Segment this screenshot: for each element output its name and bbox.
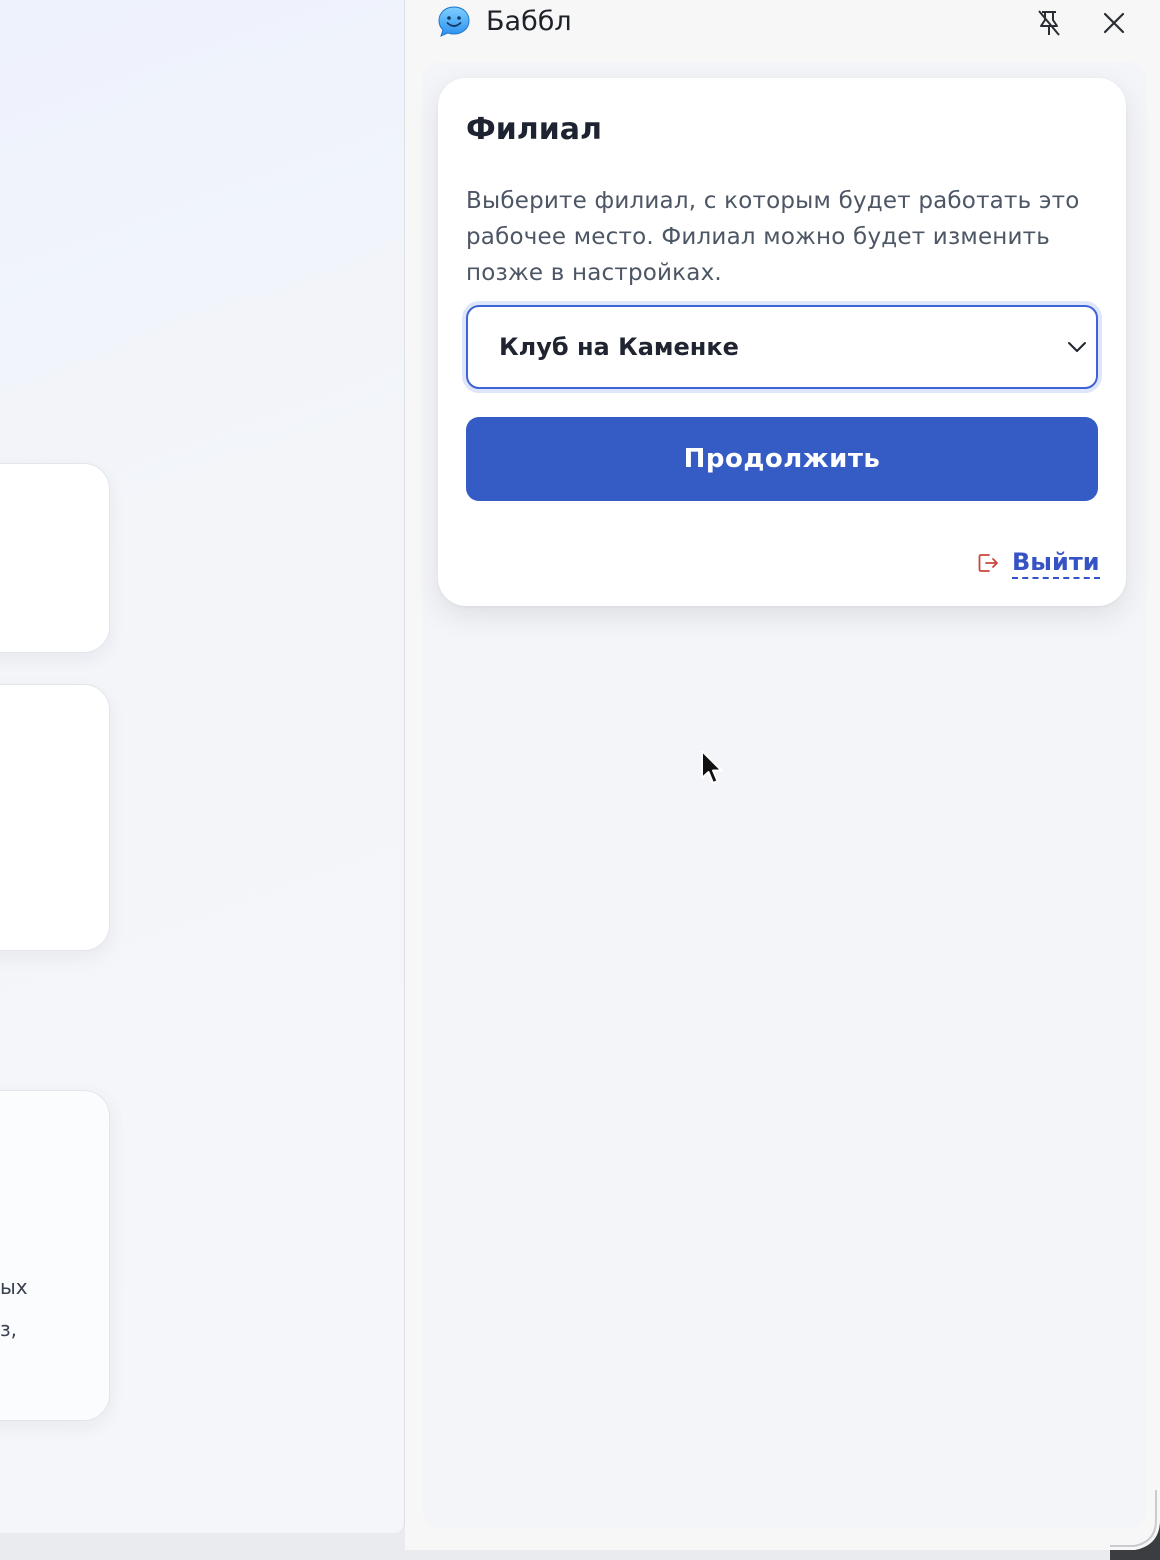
background-card: [0, 463, 110, 653]
card-description: Выберите филиал, с которым будет работат…: [466, 188, 1080, 286]
app-title: Баббл: [486, 6, 572, 37]
close-panel-button[interactable]: [1098, 7, 1130, 39]
unpin-button[interactable]: [1033, 7, 1065, 39]
background-text-fragment: з,: [0, 1317, 17, 1341]
branch-select-value: Клуб на Каменке: [499, 333, 739, 361]
continue-button[interactable]: Продолжить: [466, 417, 1098, 501]
chevron-down-icon: [1068, 342, 1086, 352]
speech-bubble-smile-icon: [438, 6, 470, 37]
background-card: [0, 1090, 110, 1421]
unpin-icon: [1038, 10, 1060, 36]
logout-icon: [978, 554, 998, 572]
background-text-fragment: ых: [0, 1275, 28, 1299]
logout-label: Выйти: [1012, 547, 1100, 579]
close-icon: [1103, 12, 1125, 34]
panel-header: Баббл: [405, 0, 1160, 46]
mouse-cursor-icon: [701, 750, 723, 784]
branch-select[interactable]: Клуб на Каменке: [466, 305, 1098, 389]
logout-link[interactable]: Выйти: [976, 545, 1100, 581]
card-title: Филиал: [466, 112, 602, 147]
background-page: ых з,: [0, 0, 405, 1533]
background-card: [0, 684, 110, 951]
